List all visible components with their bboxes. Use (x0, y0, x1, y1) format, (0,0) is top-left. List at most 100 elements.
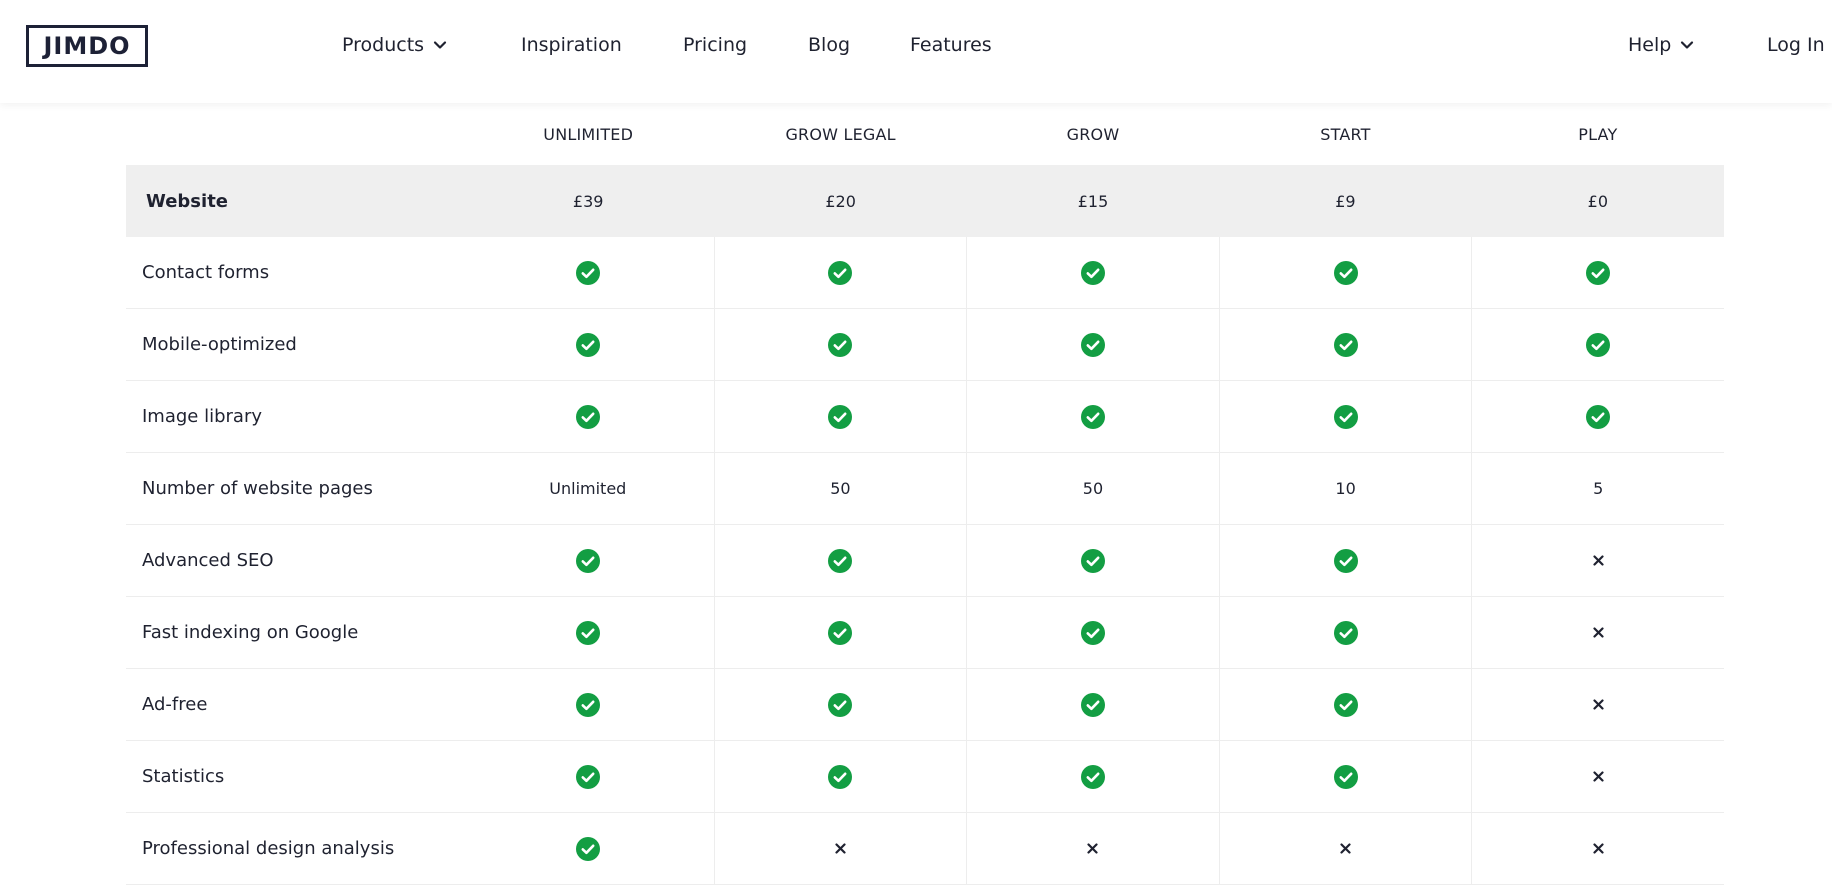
feature-label: Fast indexing on Google (142, 622, 359, 643)
check-circle-icon (1080, 404, 1105, 429)
feature-cell-grow-legal (713, 525, 967, 596)
feature-cell-play (1471, 525, 1724, 596)
feature-row: Professional design analysis (126, 813, 1724, 885)
feature-cell-start (1218, 813, 1472, 884)
check-circle-icon (1080, 332, 1105, 357)
check-circle-icon (1586, 332, 1611, 357)
feature-cell-grow: 50 (966, 453, 1219, 524)
check-circle-icon (575, 836, 600, 861)
nav-inspiration[interactable]: Inspiration (521, 34, 622, 56)
price-grow-legal: £20 (825, 191, 856, 211)
feature-cell-grow (966, 237, 1219, 308)
nav-products[interactable]: Products (342, 34, 448, 56)
feature-rows: Contact forms Mobile-optimized Image libra… (126, 237, 1724, 885)
nav-features[interactable]: Features (910, 34, 992, 56)
check-circle-icon (1586, 260, 1611, 285)
feature-cell-start: 10 (1218, 453, 1472, 524)
feature-row: Contact forms (126, 237, 1724, 309)
feature-cell-grow-legal: 50 (713, 453, 967, 524)
feature-value: Unlimited (549, 479, 627, 498)
feature-cell-grow-legal (713, 309, 967, 380)
nav-blog[interactable]: Blog (808, 34, 850, 56)
feature-cell-unlimited (462, 669, 714, 740)
feature-label: Mobile-optimized (142, 334, 297, 355)
price-grow: £15 (1077, 191, 1109, 211)
feature-row: Number of website pages Unlimited 50 50 10 5 (126, 453, 1724, 525)
feature-cell-grow-legal (713, 237, 967, 308)
feature-label: Statistics (142, 766, 225, 787)
feature-row: Ad-free (126, 669, 1724, 741)
feature-cell-unlimited (462, 525, 714, 596)
check-circle-icon (1333, 764, 1358, 789)
check-circle-icon (828, 332, 853, 357)
price-unlimited: £39 (572, 191, 604, 211)
feature-cell-play: 5 (1471, 453, 1724, 524)
feature-label: Professional design analysis (142, 838, 395, 859)
top-navigation: JIMDO Products Inspiration Pricing Blog … (0, 0, 1832, 103)
check-circle-icon (1333, 404, 1358, 429)
feature-cell-start (1218, 309, 1472, 380)
check-circle-icon (828, 548, 853, 573)
check-circle-icon (828, 692, 853, 717)
login-label: Log In (1767, 34, 1825, 56)
nav-blog-label: Blog (808, 34, 850, 56)
plan-name-grow: GROW (1066, 124, 1120, 144)
nav-help[interactable]: Help (1628, 34, 1695, 56)
feature-cell-grow-legal (713, 597, 967, 668)
check-circle-icon (1333, 260, 1358, 285)
cross-icon (1593, 627, 1604, 638)
check-circle-icon (828, 404, 853, 429)
feature-value: 10 (1335, 479, 1356, 498)
check-circle-icon (575, 332, 600, 357)
feature-cell-start (1218, 597, 1472, 668)
chevron-down-icon (1679, 37, 1695, 53)
feature-cell-grow (966, 669, 1219, 740)
check-circle-icon (828, 260, 853, 285)
feature-cell-grow (966, 309, 1219, 380)
login-link[interactable]: Log In (1767, 34, 1825, 56)
feature-label: Number of website pages (142, 478, 373, 499)
feature-cell-grow-legal (713, 669, 967, 740)
feature-cell-unlimited (462, 237, 714, 308)
nav-pricing[interactable]: Pricing (683, 34, 747, 56)
feature-label: Ad-free (142, 694, 208, 715)
cross-icon (1593, 771, 1604, 782)
feature-cell-grow (966, 525, 1219, 596)
check-circle-icon (1333, 620, 1358, 645)
check-circle-icon (575, 620, 600, 645)
cross-icon (1593, 555, 1604, 566)
feature-cell-unlimited (462, 741, 714, 812)
check-circle-icon (1586, 404, 1611, 429)
feature-row: Advanced SEO (126, 525, 1724, 597)
feature-row: Image library (126, 381, 1724, 453)
nav-products-label: Products (342, 34, 425, 56)
feature-cell-grow-legal (713, 813, 967, 884)
feature-cell-play (1471, 669, 1724, 740)
check-circle-icon (828, 764, 853, 789)
feature-row: Fast indexing on Google (126, 597, 1724, 669)
feature-cell-start (1218, 741, 1472, 812)
price-start: £9 (1335, 191, 1356, 211)
feature-cell-unlimited (462, 813, 714, 884)
feature-cell-grow (966, 597, 1219, 668)
section-price-row: Website £39 £20 £15 £9 £0 (126, 165, 1724, 237)
feature-cell-start (1218, 381, 1472, 452)
jimdo-logo[interactable]: JIMDO (26, 25, 148, 67)
feature-cell-unlimited (462, 309, 714, 380)
plan-name-play: PLAY (1578, 124, 1618, 144)
feature-cell-unlimited (462, 597, 714, 668)
feature-cell-play (1471, 813, 1724, 884)
feature-value: 50 (830, 479, 851, 498)
feature-cell-grow-legal (713, 381, 967, 452)
feature-value: 5 (1593, 479, 1604, 498)
feature-cell-play (1471, 741, 1724, 812)
check-circle-icon (1080, 692, 1105, 717)
check-circle-icon (1080, 548, 1105, 573)
feature-row: Statistics (126, 741, 1724, 813)
feature-cell-unlimited (462, 381, 714, 452)
feature-cell-grow (966, 741, 1219, 812)
feature-cell-grow (966, 381, 1219, 452)
section-title: Website (146, 190, 229, 212)
feature-cell-grow-legal (713, 741, 967, 812)
chevron-down-icon (432, 37, 448, 53)
